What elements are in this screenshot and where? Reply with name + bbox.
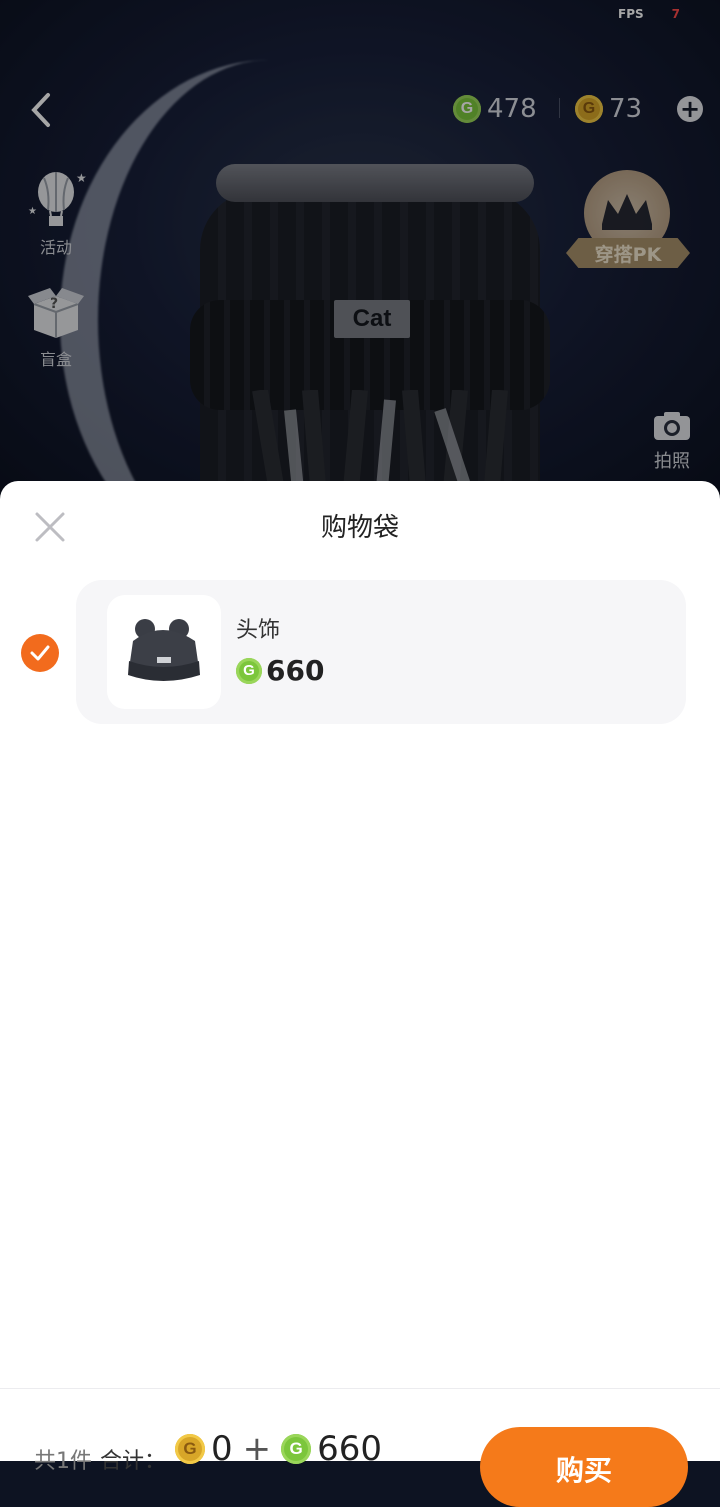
shopping-bag-sheet: 购物袋 头饰 G 660: [0, 481, 720, 1460]
currency-divider: [559, 98, 560, 118]
balloon-icon: ★ ★: [28, 171, 86, 226]
green-coin-balance: G 478: [453, 92, 537, 126]
back-button[interactable]: [26, 92, 56, 128]
item-price-value: 660: [266, 654, 325, 687]
gold-coin-icon: G: [575, 95, 603, 123]
blindbox-label: 盲盒: [39, 350, 72, 369]
checkmark-icon: [30, 645, 50, 661]
hat-tag: Cat: [334, 300, 410, 338]
checkout-footer: 共1件 合计： G 0 + G 660 购买: [0, 1388, 720, 1507]
item-checkbox[interactable]: [21, 634, 59, 672]
fps-value: 7: [671, 7, 680, 21]
item-thumbnail: [107, 595, 221, 709]
beanie-hat-icon: [128, 619, 200, 681]
plus-icon: +: [679, 95, 701, 123]
activity-button[interactable]: ★ ★ 活动: [24, 170, 88, 258]
camera-icon: [654, 412, 690, 440]
gift-box-icon: ?: [28, 288, 84, 338]
svg-text:★: ★: [76, 171, 86, 185]
total-amount: G 0 + G 660: [175, 1429, 382, 1469]
cart-item-card[interactable]: 头饰 G 660: [76, 580, 686, 724]
blindbox-button[interactable]: ? 盲盒: [24, 282, 88, 370]
svg-text:★: ★: [28, 206, 37, 217]
total-label: 合计：: [100, 1449, 167, 1474]
camera-button[interactable]: 拍照: [650, 410, 694, 473]
outfit-pk-button[interactable]: 穿搭PK: [566, 170, 690, 275]
green-total: 660: [317, 1429, 383, 1469]
activity-label: 活动: [39, 238, 72, 257]
plus-sign: +: [242, 1429, 272, 1469]
hat-brim: [216, 164, 534, 202]
buy-button[interactable]: 购买: [480, 1427, 688, 1507]
camera-label: 拍照: [654, 451, 690, 472]
item-count: 共1件: [34, 1449, 92, 1474]
sheet-title: 购物袋: [320, 513, 399, 543]
item-price: G 660: [236, 654, 324, 687]
fps-counter: FPS 7: [618, 7, 680, 21]
avatar-model: Cat: [180, 160, 560, 500]
chevron-left-icon: [31, 93, 50, 127]
gold-coin-balance: G 73: [575, 92, 642, 126]
gold-coin-value: 73: [609, 94, 643, 124]
green-coin-value: 478: [487, 94, 537, 124]
add-currency-button[interactable]: +: [677, 96, 703, 122]
gold-total: 0: [211, 1429, 233, 1469]
green-coin-icon: G: [236, 657, 262, 684]
item-name: 头饰: [236, 618, 281, 643]
pk-label: 穿搭PK: [566, 238, 690, 268]
avatar-scene: Cat FPS 7 G 478 G 73 + ★ ★ 活动 ? 盲盒 穿搭PK …: [0, 0, 720, 500]
svg-text:?: ?: [50, 296, 58, 312]
green-coin-icon: G: [453, 95, 481, 123]
fps-label: FPS: [618, 7, 644, 21]
